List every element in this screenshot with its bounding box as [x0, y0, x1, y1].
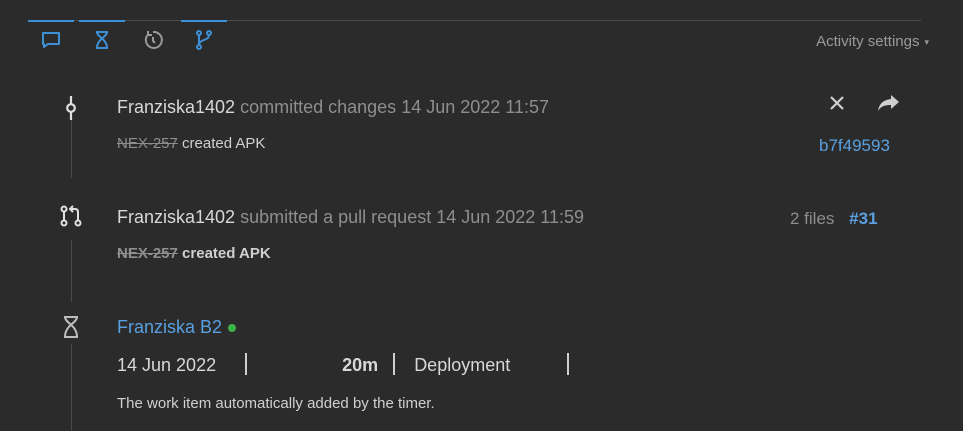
separator: [393, 353, 396, 376]
commit-author[interactable]: Franziska1402: [117, 97, 235, 117]
work-item-duration[interactable]: 20m: [342, 355, 378, 375]
work-item-author[interactable]: Franziska B2: [117, 317, 222, 337]
timeline-connector: [71, 344, 72, 431]
separator: [245, 353, 248, 376]
pull-request-icon: [58, 203, 84, 229]
activity-settings-dropdown[interactable]: Activity settings ▾: [816, 33, 929, 50]
pr-files-count[interactable]: 2 files: [790, 209, 834, 228]
commit-header: Franziska1402 committed changes 14 Jun 2…: [117, 97, 549, 118]
hourglass-icon: [96, 31, 108, 49]
chevron-down-icon: ▾: [924, 37, 929, 47]
pr-title: NEX-257 created APK: [117, 245, 271, 262]
timeline-connector: [71, 240, 72, 302]
work-item-date[interactable]: 14 Jun 2022: [117, 355, 216, 375]
share-icon: [878, 95, 899, 111]
work-item-description[interactable]: The work item automatically added by the…: [117, 395, 435, 412]
tab-history[interactable]: [130, 20, 176, 56]
work-item-type[interactable]: Deployment: [414, 355, 510, 375]
work-item-details: 14 Jun 2022 20m Deployment: [117, 353, 570, 377]
history-icon: [144, 30, 163, 49]
work-item-header: Franziska B2: [117, 317, 237, 338]
pr-title-text: created APK: [182, 245, 271, 262]
commit-datetime: 14 Jun 2022 11:57: [401, 97, 549, 117]
tab-comments[interactable]: [28, 20, 74, 56]
commit-hash-link[interactable]: b7f49593: [819, 136, 890, 156]
timeline-connector: [71, 118, 72, 178]
vcs-branch-icon: [196, 30, 212, 50]
commit-message-text: created APK: [182, 135, 266, 152]
close-icon: [830, 96, 844, 110]
pull-request-header: Franziska1402 submitted a pull request 1…: [117, 207, 584, 228]
pr-action: submitted a pull request: [240, 207, 432, 227]
issue-link[interactable]: NEX-257: [117, 135, 178, 152]
commit-icon: [58, 94, 84, 120]
activity-settings-label: Activity settings: [816, 33, 920, 50]
commit-message: NEX-257 created APK: [117, 135, 265, 152]
online-status-indicator: [228, 324, 237, 333]
pr-datetime: 14 Jun 2022 11:59: [436, 207, 585, 227]
pr-number-link[interactable]: #31: [849, 209, 877, 228]
pr-author[interactable]: Franziska1402: [117, 207, 235, 227]
separator: [567, 353, 570, 376]
commit-action: committed changes: [240, 97, 397, 117]
comment-icon: [42, 32, 60, 48]
pr-meta: 2 files #31: [790, 209, 878, 229]
tab-vcs[interactable]: [181, 20, 227, 56]
close-button[interactable]: [825, 91, 849, 120]
hourglass-icon: [58, 314, 84, 340]
tab-time-tracking[interactable]: [79, 20, 125, 56]
issue-link[interactable]: NEX-257: [117, 245, 178, 262]
share-button[interactable]: [876, 91, 902, 120]
